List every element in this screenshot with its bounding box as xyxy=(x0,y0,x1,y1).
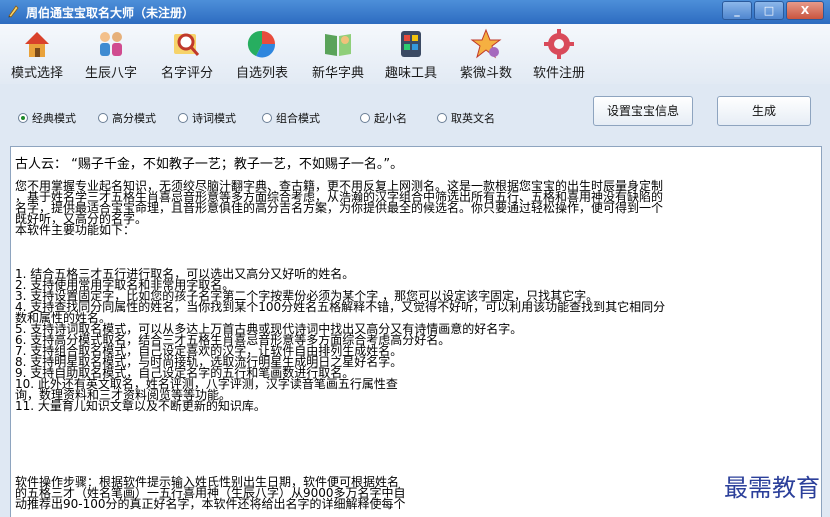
radio-dot-selected[interactable] xyxy=(18,113,28,123)
house-icon xyxy=(25,32,49,57)
star-icon xyxy=(470,28,502,59)
radio-english-name[interactable]: 取英文名 xyxy=(437,110,495,126)
operation-steps: 软件操作步骤：根据软件提示输入姓氏性别出生日期，软件便可根据姓名 的五格三才（姓… xyxy=(15,475,406,511)
radio-poetry-mode[interactable]: 诗词模式 xyxy=(178,110,236,126)
radio-nickname[interactable]: 起小名 xyxy=(360,110,407,126)
window-title: 周伯通宝宝取名大师（未注册） xyxy=(26,6,195,20)
toolbar-custom-list[interactable]: 自选列表 xyxy=(228,26,296,82)
magnifier-icon xyxy=(174,33,200,56)
radio-dot[interactable] xyxy=(178,113,188,123)
maximize-button[interactable]: □ xyxy=(754,1,784,20)
radio-dot[interactable] xyxy=(262,113,272,123)
radio-dot[interactable] xyxy=(360,113,370,123)
window-controls: _ □ X xyxy=(722,1,824,21)
intro-paragraph: 您不用掌握专业起名知识，无须绞尽脑汁翻字典、查古籍，更不用反复上网测名。这是一款… xyxy=(15,179,664,237)
radio-combination-mode[interactable]: 组合模式 xyxy=(262,110,320,126)
minimize-button[interactable]: _ xyxy=(722,1,752,20)
set-baby-info-button[interactable]: 设置宝宝信息 xyxy=(593,96,693,126)
toolbar-birth-bazi[interactable]: 生辰八字 xyxy=(78,26,144,82)
radio-high-score-mode[interactable]: 高分模式 xyxy=(98,110,156,126)
quote-line: 古人云： “赐子千金，不如教子一艺；教子一艺，不如赐子一名。”。 xyxy=(15,157,404,172)
pie-chart-icon xyxy=(247,30,276,58)
toolbar-software-register[interactable]: 软件注册 xyxy=(526,26,592,82)
toolbar-fun-tools[interactable]: 趣味工具 xyxy=(378,26,444,82)
family-icon xyxy=(100,32,122,56)
radio-dot[interactable] xyxy=(98,113,108,123)
toolbox-icon xyxy=(401,31,421,57)
title-bar[interactable]: 周伯通宝宝取名大师（未注册） _ □ X xyxy=(0,0,830,24)
main-toolbar: 模式选择 生辰八字 名字评分 自选列表 新华字典 趣味工具 紫微斗数 软件注册 xyxy=(0,24,830,85)
toolbar-xinhua-dictionary[interactable]: 新华字典 xyxy=(304,26,372,82)
feature-list: 1. 结合五格三才五行进行取名，可以选出又高分又好听的姓名。 2. 支持使用常用… xyxy=(15,267,666,413)
book-icon xyxy=(325,34,351,56)
radio-classic-mode[interactable]: 经典模式 xyxy=(18,110,76,126)
toolbar-name-score[interactable]: 名字评分 xyxy=(154,26,220,82)
gear-icon xyxy=(544,29,574,59)
radio-dot[interactable] xyxy=(437,113,447,123)
app-pen-icon xyxy=(8,5,19,18)
toolbar-mode-select[interactable]: 模式选择 xyxy=(6,26,68,82)
generate-button[interactable]: 生成 xyxy=(717,96,811,126)
description-text-area[interactable]: 古人云： “赐子千金，不如教子一艺；教子一艺，不如赐子一名。”。 您不用掌握专业… xyxy=(10,146,822,517)
close-button[interactable]: X xyxy=(786,1,824,20)
toolbar-ziwei-doushu[interactable]: 紫微斗数 xyxy=(452,26,520,82)
watermark-text: 最需教育 xyxy=(724,474,820,502)
mode-options-bar: 经典模式 高分模式 诗词模式 组合模式 起小名 取英文名 设置宝宝信息 生成 xyxy=(0,84,830,144)
